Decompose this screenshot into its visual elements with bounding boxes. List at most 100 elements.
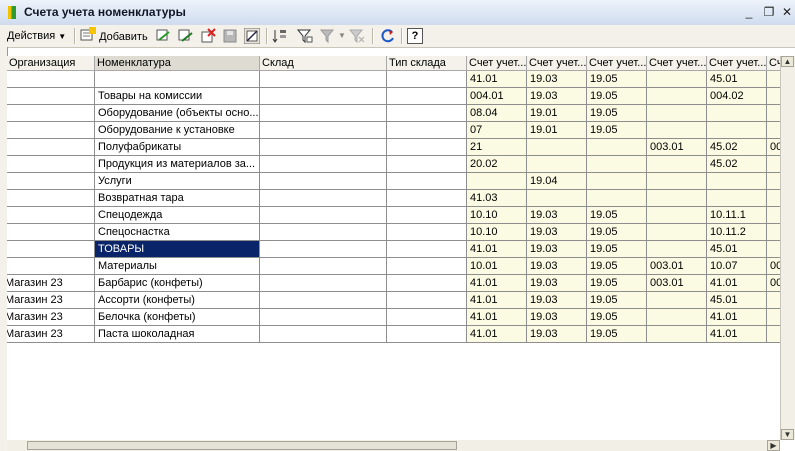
cell-account-2[interactable]: 19.03 [527, 88, 587, 105]
cell-warehouse-type[interactable] [387, 258, 467, 275]
column-header-account-6[interactable]: Сч [767, 56, 780, 71]
cell-organization[interactable]: Магазин 23 [7, 275, 95, 292]
cell-account-4[interactable] [647, 309, 707, 326]
column-header-account-5[interactable]: Счет учет... [707, 56, 767, 71]
cell-account-3[interactable] [587, 156, 647, 173]
cell-account-2[interactable]: 19.03 [527, 71, 587, 88]
table-row[interactable]: Полуфабрикаты 21 003.0145.0200 [7, 139, 780, 156]
delete-icon[interactable] [200, 28, 216, 44]
cell-nomenclature[interactable]: Услуги [95, 173, 260, 190]
cell-warehouse-type[interactable] [387, 71, 467, 88]
cell-account-1[interactable]: 08.04 [467, 105, 527, 122]
cell-warehouse[interactable] [260, 207, 387, 224]
cell-warehouse-type[interactable] [387, 326, 467, 343]
cell-account-3[interactable] [587, 173, 647, 190]
cell-nomenclature[interactable]: Барбарис (конфеты) [95, 275, 260, 292]
close-button[interactable]: ✕ [779, 4, 795, 20]
column-header-warehouse[interactable]: Склад [260, 56, 387, 71]
cell-account-3[interactable]: 19.05 [587, 207, 647, 224]
cell-warehouse[interactable] [260, 156, 387, 173]
cell-account-1[interactable]: 41.01 [467, 309, 527, 326]
cell-account-1[interactable]: 20.02 [467, 156, 527, 173]
cell-account-2[interactable]: 19.03 [527, 207, 587, 224]
cell-warehouse-type[interactable] [387, 309, 467, 326]
cell-account-3[interactable]: 19.05 [587, 71, 647, 88]
minimize-button[interactable]: _ [741, 4, 757, 20]
cell-nomenclature[interactable]: Оборудование (объекты осно... [95, 105, 260, 122]
cell-account-4[interactable]: 003.01 [647, 139, 707, 156]
cell-account-3[interactable]: 19.05 [587, 105, 647, 122]
cell-account-1[interactable]: 41.01 [467, 241, 527, 258]
column-header-organization[interactable]: Организация [7, 56, 95, 71]
cell-warehouse-type[interactable] [387, 241, 467, 258]
cell-account-4[interactable] [647, 88, 707, 105]
cell-account-3[interactable]: 19.05 [587, 275, 647, 292]
cell-warehouse[interactable] [260, 71, 387, 88]
cell-organization[interactable] [7, 88, 95, 105]
cell-warehouse[interactable] [260, 190, 387, 207]
cell-nomenclature[interactable]: Белочка (конфеты) [95, 309, 260, 326]
cell-account-3[interactable]: 19.05 [587, 258, 647, 275]
table-row[interactable]: Спецоснастка 10.10 19.03 19.05 10.11.2 [7, 224, 780, 241]
cell-warehouse[interactable] [260, 241, 387, 258]
cell-account-4[interactable] [647, 190, 707, 207]
cell-warehouse[interactable] [260, 258, 387, 275]
cell-organization[interactable] [7, 190, 95, 207]
cell-nomenclature[interactable]: Возвратная тара [95, 190, 260, 207]
cell-nomenclature[interactable]: ТОВАРЫ [95, 241, 260, 258]
cell-nomenclature[interactable]: Спецодежда [95, 207, 260, 224]
cell-account-6[interactable] [767, 88, 780, 105]
cell-organization[interactable] [7, 71, 95, 88]
cell-account-6[interactable] [767, 224, 780, 241]
table-row[interactable]: Магазин 23 Паста шоколадная 41.01 19.03 19.0… [7, 326, 780, 343]
table-row[interactable]: Товары на комиссии 004.01 19.03 19.05 004.02 [7, 88, 780, 105]
cell-account-3[interactable]: 19.05 [587, 241, 647, 258]
cell-account-2[interactable]: 19.03 [527, 292, 587, 309]
cell-account-6[interactable] [767, 173, 780, 190]
cell-account-3[interactable] [587, 139, 647, 156]
cell-account-3[interactable]: 19.05 [587, 224, 647, 241]
cell-account-5[interactable]: 41.01 [707, 309, 767, 326]
cell-nomenclature[interactable]: Продукция из материалов за... [95, 156, 260, 173]
cell-account-5[interactable]: 41.01 [707, 326, 767, 343]
table-row[interactable]: Магазин 23 Ассорти (конфеты) 41.01 19.03 19.… [7, 292, 780, 309]
cell-account-4[interactable] [647, 292, 707, 309]
cell-account-2[interactable]: 19.03 [527, 275, 587, 292]
cell-warehouse[interactable] [260, 139, 387, 156]
filter-icon[interactable] [297, 28, 313, 44]
horizontal-scroll-thumb[interactable] [27, 441, 457, 450]
cell-account-6[interactable]: 00 [767, 258, 780, 275]
cell-account-1[interactable]: 10.01 [467, 258, 527, 275]
cell-account-4[interactable] [647, 122, 707, 139]
cell-nomenclature[interactable]: Полуфабрикаты [95, 139, 260, 156]
cell-account-3[interactable]: 19.05 [587, 122, 647, 139]
cell-warehouse-type[interactable] [387, 292, 467, 309]
cell-nomenclature[interactable]: Ассорти (конфеты) [95, 292, 260, 309]
add-button[interactable]: Добавить [80, 27, 148, 45]
cell-warehouse-type[interactable] [387, 190, 467, 207]
cell-account-4[interactable] [647, 224, 707, 241]
table-row[interactable]: Возвратная тара 41.03 [7, 190, 780, 207]
cell-warehouse-type[interactable] [387, 224, 467, 241]
cell-account-2[interactable]: 19.03 [527, 224, 587, 241]
cell-account-3[interactable]: 19.05 [587, 309, 647, 326]
cell-nomenclature[interactable] [95, 71, 260, 88]
cell-account-6[interactable]: 00 [767, 139, 780, 156]
mark-deletion-icon[interactable] [244, 28, 260, 44]
scroll-down-icon[interactable]: ▼ [781, 429, 794, 440]
table-row[interactable]: Спецодежда 10.10 19.03 19.05 10.11.1 [7, 207, 780, 224]
cell-account-4[interactable] [647, 241, 707, 258]
cell-account-2[interactable]: 19.03 [527, 258, 587, 275]
cell-warehouse-type[interactable] [387, 88, 467, 105]
cell-account-5[interactable] [707, 105, 767, 122]
cell-account-5[interactable]: 10.11.2 [707, 224, 767, 241]
cell-warehouse[interactable] [260, 122, 387, 139]
column-header-nomenclature[interactable]: Номенклатура [95, 56, 260, 71]
vertical-scrollbar[interactable]: ▲ ▼ [780, 56, 795, 440]
cell-organization[interactable] [7, 224, 95, 241]
cell-account-6[interactable] [767, 190, 780, 207]
cell-account-2[interactable] [527, 139, 587, 156]
column-header-warehouse-type[interactable]: Тип склада [387, 56, 467, 71]
cell-account-1[interactable]: 10.10 [467, 207, 527, 224]
table-row[interactable]: ТОВАРЫ 41.01 19.03 19.05 45.01 [7, 241, 780, 258]
